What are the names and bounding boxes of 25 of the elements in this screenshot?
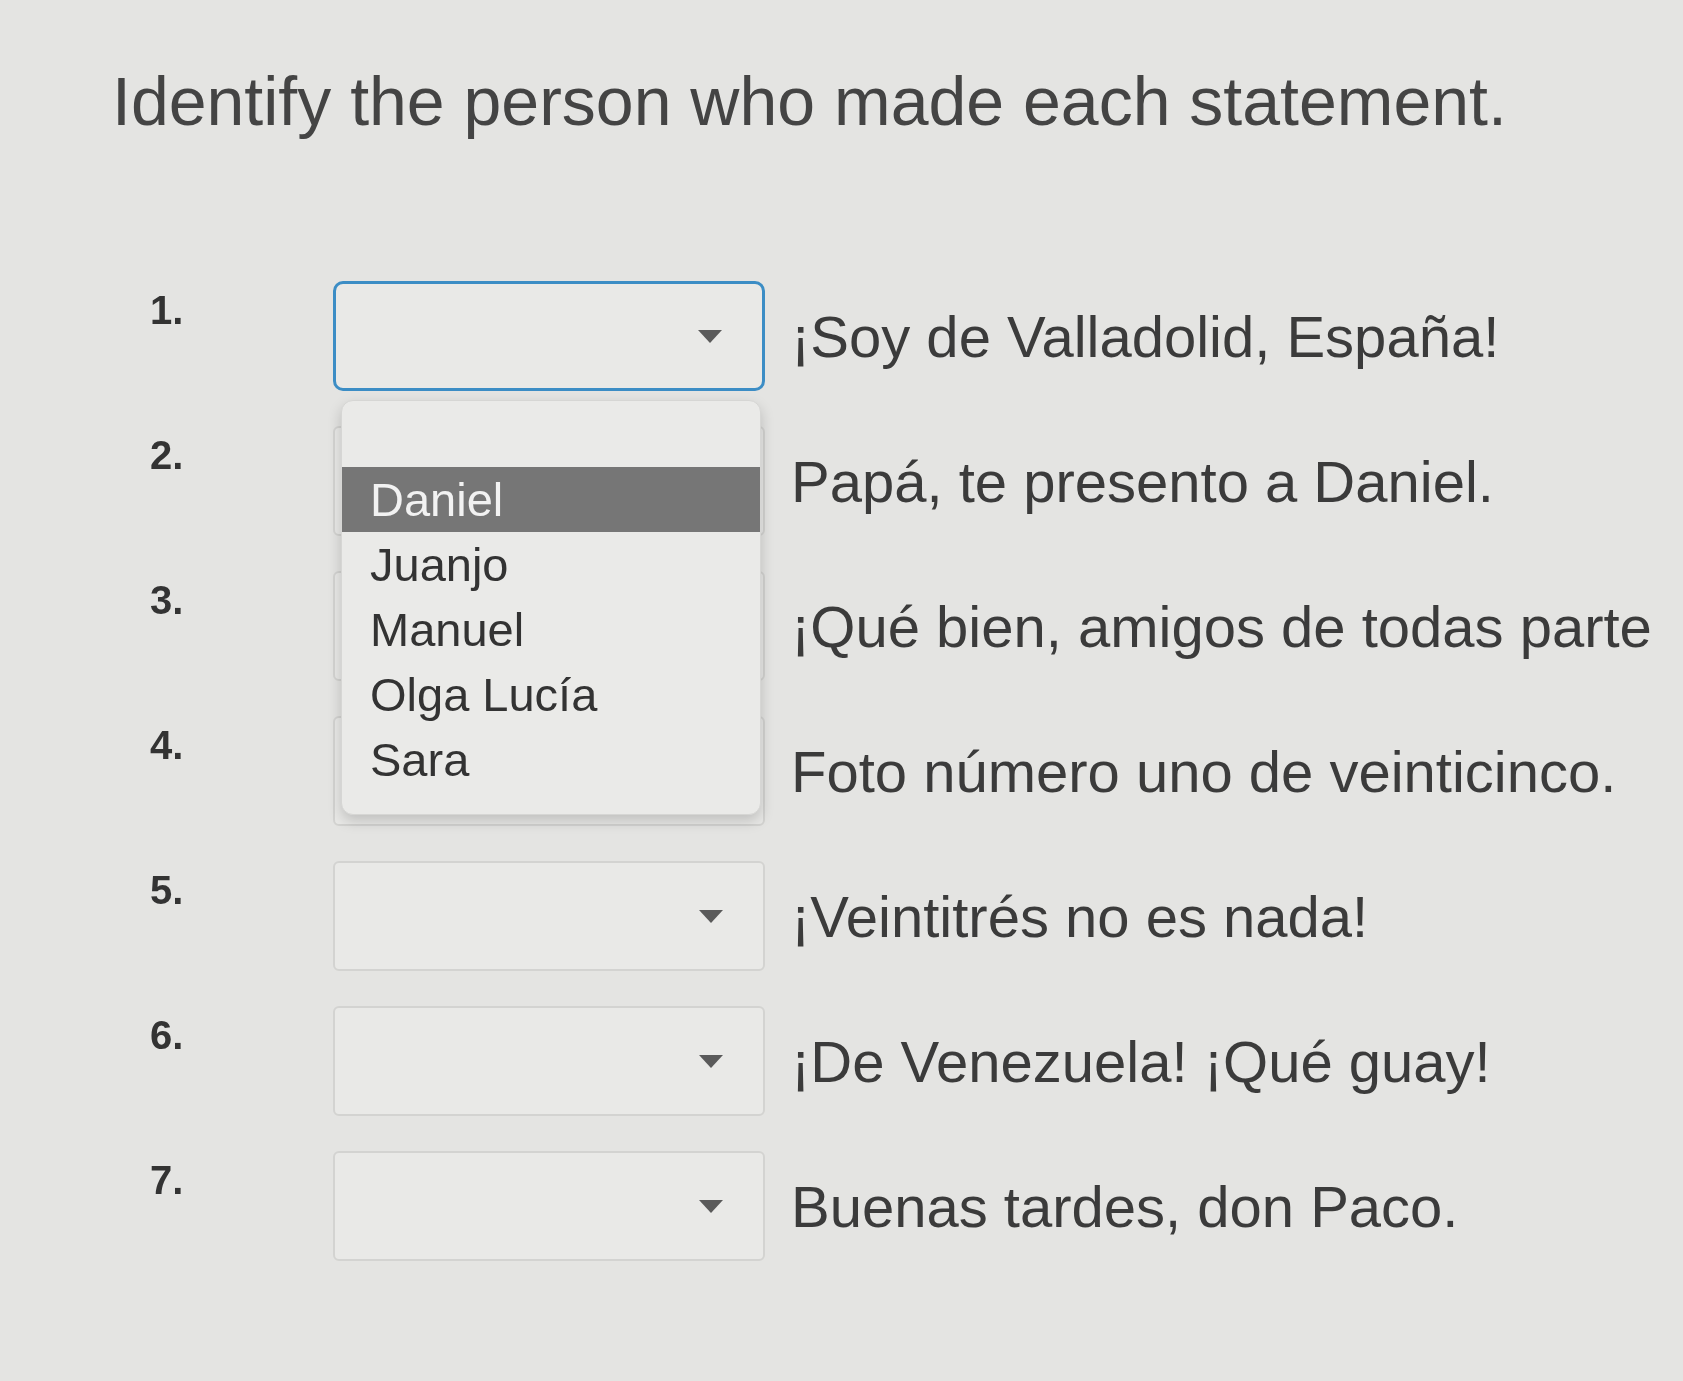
caret-icon: [699, 1199, 723, 1213]
page-title: Identify the person who made each statement.: [112, 62, 1508, 141]
statement-text: ¡De Venezuela! ¡Qué guay!: [791, 1027, 1491, 1096]
caret-icon: [698, 329, 722, 343]
question-number: 2.: [150, 431, 185, 479]
caret-icon: [699, 1054, 723, 1068]
statement-text: ¡Veintitrés no es nada!: [791, 882, 1369, 951]
dropdown-option[interactable]: Juanjo: [342, 531, 760, 597]
question-number: 4.: [150, 721, 185, 769]
dropdown-option[interactable]: Manuel: [342, 596, 760, 662]
statement-text: ¡Soy de Valladolid, España!: [791, 302, 1500, 371]
statement-text: Buenas tardes, don Paco.: [791, 1172, 1459, 1241]
question-number: 5.: [150, 866, 185, 914]
question-number: 6.: [150, 1011, 185, 1059]
dropdown-option[interactable]: Daniel: [342, 466, 760, 532]
caret-icon: [699, 909, 723, 923]
question-number: 7.: [150, 1156, 185, 1204]
dropdown-option[interactable]: Sara: [342, 726, 760, 792]
statement-text: Foto número uno de veinticinco.: [791, 737, 1617, 806]
statement-text: Papá, te presento a Daniel.: [791, 447, 1494, 516]
dropdown-option[interactable]: Olga Lucía: [342, 661, 760, 727]
question-number: 1.: [150, 286, 185, 334]
name-select[interactable]: [333, 281, 765, 392]
statement-text: ¡Qué bien, amigos de todas parte: [791, 592, 1652, 661]
question-number: 3.: [150, 576, 185, 624]
